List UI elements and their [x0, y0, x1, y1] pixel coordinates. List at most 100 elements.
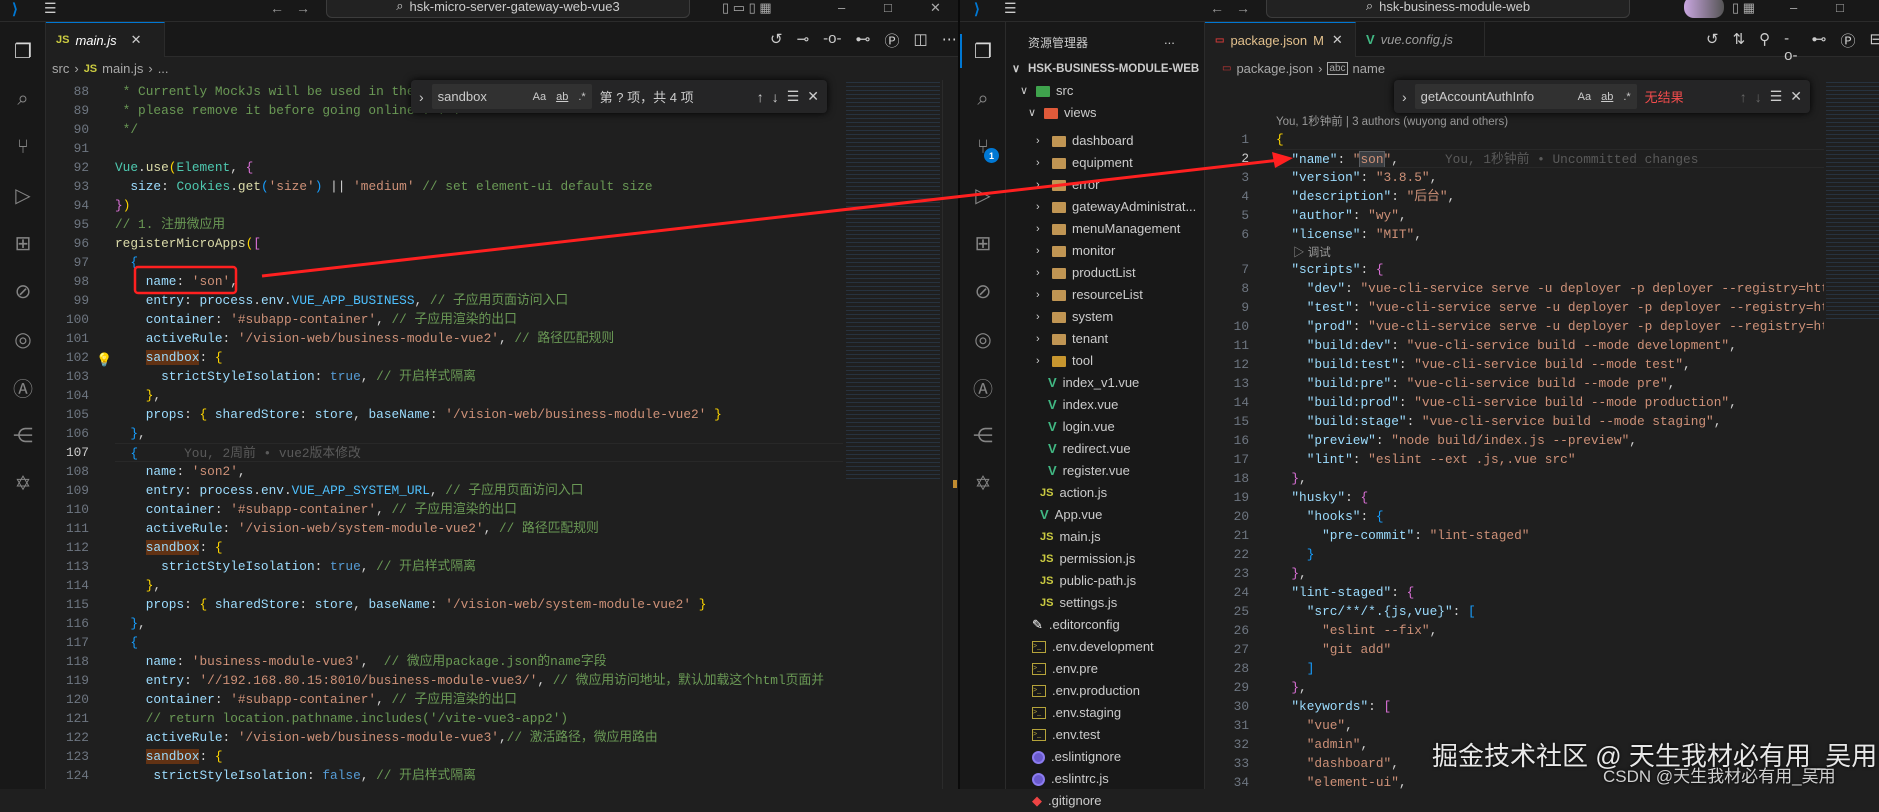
- code-line[interactable]: "version": "3.8.5",: [1276, 168, 1824, 187]
- code-line[interactable]: container: '#subapp-container', // 子应用渲染…: [115, 690, 843, 709]
- code-line[interactable]: "prod": "vue-cli-service serve -u deploy…: [1276, 317, 1824, 336]
- code-line[interactable]: "test": "vue-cli-service serve -u deploy…: [1276, 298, 1824, 317]
- close-tab-icon[interactable]: ✕: [1332, 32, 1343, 48]
- explorer-item[interactable]: › menuManagement: [1036, 218, 1180, 240]
- blame-codelens[interactable]: You, 1秒钟前 | 3 authors (wuyong and others…: [1276, 113, 1508, 129]
- code-line[interactable]: name: 'son2',: [115, 462, 843, 481]
- previous-change-icon[interactable]: -o-: [1784, 30, 1797, 64]
- code-line[interactable]: strictStyleIsolation: true, // 开启样式隔离: [115, 557, 843, 576]
- code-line[interactable]: "build:pre": "vue-cli-service build --mo…: [1276, 374, 1824, 393]
- explorer-item[interactable]: › resourceList: [1036, 284, 1143, 306]
- explorer-item[interactable]: › tenant: [1036, 328, 1108, 350]
- toggle-replace-icon[interactable]: ›: [419, 89, 424, 105]
- blame-icon[interactable]: ⚲: [1759, 30, 1770, 64]
- close-tab-icon[interactable]: ✕: [131, 32, 142, 48]
- code-line[interactable]: { You, 2周前 • vue2版本修改: [115, 443, 843, 462]
- git-lens-icon[interactable]: ◎: [968, 324, 998, 354]
- explorer-item[interactable]: JS main.js: [1040, 526, 1101, 548]
- code-line[interactable]: },: [115, 386, 843, 405]
- run-debug-icon[interactable]: ▷: [8, 180, 38, 210]
- explorer-icon[interactable]: ❐: [968, 36, 998, 66]
- code-line[interactable]: "dev": "vue-cli-service serve -u deploye…: [1276, 279, 1824, 298]
- explorer-item[interactable]: >_ .env.pre: [1032, 658, 1098, 680]
- code-line[interactable]: name: 'son',: [115, 272, 843, 291]
- explorer-item[interactable]: Vlogin.vue: [1048, 416, 1115, 438]
- explorer-item[interactable]: ◆ .gitignore: [1032, 790, 1101, 812]
- code-line[interactable]: size: Cookies.get('size') || 'medium' //…: [115, 177, 843, 196]
- code-line[interactable]: },: [1276, 469, 1824, 488]
- code-line[interactable]: entry: process.env.VUE_APP_BUSINESS, // …: [115, 291, 843, 310]
- code-line[interactable]: ]: [1276, 659, 1824, 678]
- breadcrumb-file[interactable]: package.json: [1236, 61, 1313, 76]
- search-icon[interactable]: ⌕: [968, 84, 998, 114]
- explorer-item[interactable]: JS public-path.js: [1040, 570, 1136, 592]
- compare-changes-icon[interactable]: ⇅: [1733, 30, 1746, 64]
- code-line[interactable]: sandbox: {: [115, 538, 843, 557]
- avatar[interactable]: [1684, 0, 1724, 18]
- explorer-item[interactable]: › system: [1036, 306, 1113, 328]
- explorer-item[interactable]: >_ .env.development: [1032, 636, 1154, 658]
- code-line[interactable]: },: [115, 424, 843, 443]
- command-center[interactable]: ⌕ hsk-business-module-web: [1266, 0, 1630, 18]
- code-line[interactable]: activeRule: '/vision-web/business-module…: [115, 728, 843, 747]
- explorer-item[interactable]: › error: [1036, 174, 1099, 196]
- right-minimap[interactable]: [1826, 80, 1879, 320]
- explorer-root[interactable]: ∨ HSK-BUSINESS-MODULE-WEB: [1012, 58, 1199, 80]
- explorer-item[interactable]: › monitor: [1036, 240, 1115, 262]
- explorer-item[interactable]: >_ .env.production: [1032, 680, 1140, 702]
- git-graph-icon[interactable]: ⊘: [968, 276, 998, 306]
- find-input[interactable]: sandbox Aa ab .*: [431, 84, 592, 109]
- code-line[interactable]: },: [1276, 678, 1824, 697]
- code-line[interactable]: container: '#subapp-container', // 子应用渲染…: [115, 500, 843, 519]
- layout-icons[interactable]: ▯ ▦: [1732, 0, 1755, 16]
- code-line[interactable]: name: 'business-module-vue3', // 微应用pack…: [115, 652, 843, 671]
- explorer-icon[interactable]: ❐: [8, 36, 38, 66]
- code-line[interactable]: }: [1276, 545, 1824, 564]
- code-line[interactable]: "eslint --fix",: [1276, 621, 1824, 640]
- code-line[interactable]: {: [1276, 130, 1824, 149]
- code-line[interactable]: }): [115, 196, 843, 215]
- forward-arrow-icon[interactable]: →: [296, 0, 310, 16]
- forward-arrow-icon[interactable]: →: [1236, 0, 1250, 16]
- code-line[interactable]: container: '#subapp-container', // 子应用渲染…: [115, 310, 843, 329]
- source-control-icon[interactable]: ⑂ 1: [968, 132, 999, 163]
- code-line[interactable]: "src/**/*.{js,vue}": [: [1276, 602, 1824, 621]
- back-arrow-icon[interactable]: ←: [270, 0, 284, 16]
- remote-icon[interactable]: ⋲: [8, 420, 38, 450]
- explorer-item[interactable]: Vredirect.vue: [1048, 438, 1131, 460]
- code-line[interactable]: },: [1276, 564, 1824, 583]
- explorer-item[interactable]: V App.vue: [1040, 504, 1102, 526]
- code-line[interactable]: "keywords": [: [1276, 697, 1824, 716]
- tab-package-json[interactable]: ▭ package.json M ✕: [1205, 22, 1356, 57]
- code-line[interactable]: entry: process.env.VUE_APP_SYSTEM_URL, /…: [115, 481, 843, 500]
- code-line[interactable]: strictStyleIsolation: true, // 开启样式隔离: [115, 367, 843, 386]
- code-line[interactable]: "vue",: [1276, 716, 1824, 735]
- explorer-item[interactable]: › productList: [1036, 262, 1136, 284]
- tab-vue-config-js[interactable]: V vue.config.js: [1356, 22, 1485, 57]
- code-line[interactable]: sandbox: {: [115, 348, 843, 367]
- more-actions-icon[interactable]: ⋯: [942, 30, 957, 51]
- previous-match-icon[interactable]: ↑: [757, 89, 764, 105]
- lightbulb-icon[interactable]: 💡: [96, 352, 112, 368]
- code-line[interactable]: "license": "MIT",: [1276, 225, 1824, 244]
- code-line[interactable]: "name": "son", You, 1秒钟前 • Uncommitted c…: [1276, 149, 1824, 168]
- split-editor-icon[interactable]: ◫: [914, 30, 928, 51]
- close-window-icon[interactable]: ✕: [930, 0, 941, 16]
- whole-word-icon[interactable]: ab: [556, 91, 568, 103]
- code-line[interactable]: props: { sharedStore: store, baseName: '…: [115, 595, 843, 614]
- extension-star-icon[interactable]: ✡: [968, 468, 998, 498]
- debug-codelens[interactable]: ▷ 调试: [1293, 244, 1331, 260]
- explorer-item[interactable]: Vindex.vue: [1048, 394, 1118, 416]
- breadcrumb-symbol[interactable]: name: [1353, 61, 1386, 76]
- left-minimap[interactable]: [846, 80, 940, 480]
- explorer-item[interactable]: Vregister.vue: [1048, 460, 1130, 482]
- code-line[interactable]: },: [115, 614, 843, 633]
- explorer-item[interactable]: JS settings.js: [1040, 592, 1117, 614]
- match-case-icon[interactable]: Aa: [1578, 91, 1591, 103]
- find-input[interactable]: getAccountAuthInfo Aa ab .*: [1414, 84, 1637, 109]
- timeline-icon[interactable]: ↺: [770, 30, 783, 51]
- maximize-icon[interactable]: □: [884, 0, 892, 15]
- code-line[interactable]: "author": "wy",: [1276, 206, 1824, 225]
- git-lens-icon[interactable]: ◎: [8, 324, 38, 354]
- back-arrow-icon[interactable]: ←: [1210, 0, 1224, 16]
